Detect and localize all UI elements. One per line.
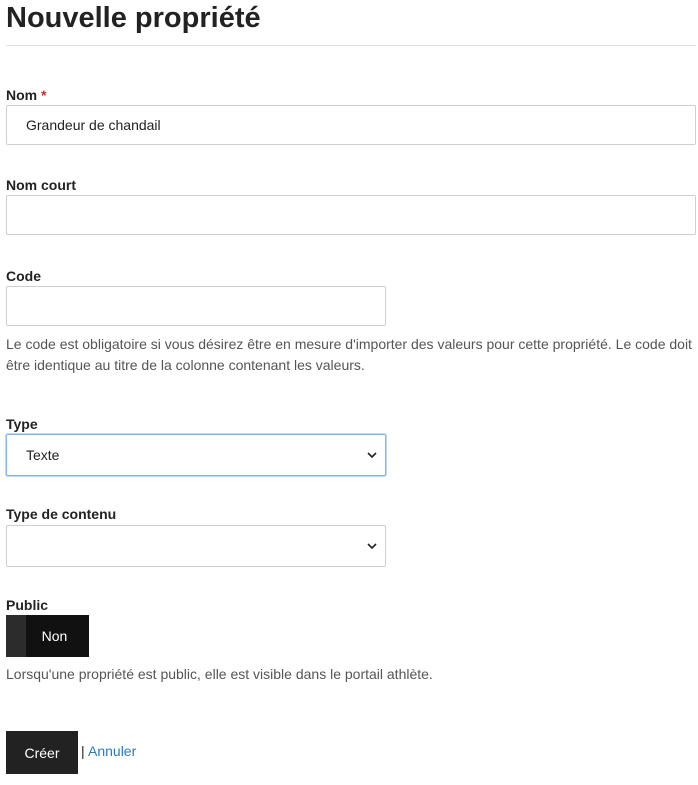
chevron-down-icon [367,435,377,475]
nom-input[interactable] [6,105,696,145]
nom-label: Nom * [6,87,46,103]
code-help-text: Le code est obligatoire si vous désirez … [6,336,692,373]
action-separator: | [81,743,85,759]
type-select-value: Texte [26,447,60,463]
nom-court-label: Nom court [6,177,76,193]
public-toggle[interactable]: Non [6,615,89,657]
toggle-knob [6,615,26,657]
public-help-text: Lorsqu'une propriété est public, elle es… [6,666,433,682]
code-input[interactable] [6,286,386,326]
public-label: Public [6,597,49,613]
type-contenu-label: Type de contenu [6,506,117,522]
title-divider [6,45,696,46]
nom-label-text: Nom [6,87,38,103]
nom-court-input[interactable] [6,195,696,235]
public-toggle-text: Non [41,628,68,644]
page-title: Nouvelle propriété [6,2,261,34]
code-label: Code [6,268,41,284]
chevron-down-icon [367,526,377,566]
create-button[interactable]: Créer [6,731,78,774]
type-contenu-select[interactable] [6,525,386,567]
type-label: Type [6,416,38,432]
type-select[interactable]: Texte [6,434,386,476]
cancel-link[interactable]: Annuler [88,743,136,759]
required-mark: * [41,87,47,103]
